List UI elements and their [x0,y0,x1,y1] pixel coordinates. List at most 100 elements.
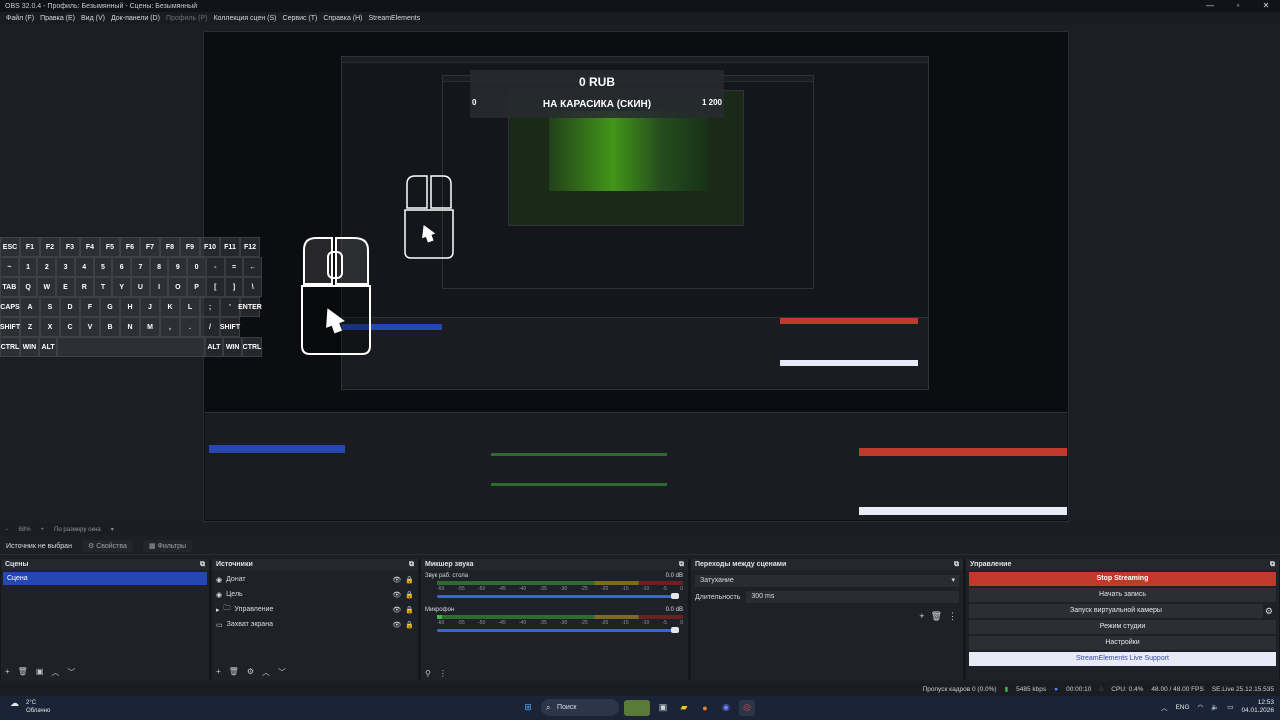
menu-edit[interactable]: Правка (E) [37,15,78,22]
menu-scene-collection[interactable]: Коллекция сцен (S) [210,15,279,22]
stop-streaming-button[interactable]: Stop Streaming [969,572,1276,586]
source-row[interactable]: ◉ Цель 👁 🔒 [212,587,418,602]
menu-file[interactable]: Файл (F) [3,15,37,22]
remove-scene-icon[interactable]: 🗑 [18,667,28,678]
inner-meter-1 [491,453,667,456]
zoom-level[interactable]: 68% [19,527,31,533]
menu-profile[interactable]: Профиль (P) [163,15,211,22]
preview-area[interactable]: 0 RUB НА КАРАСИКА (СКИН) 0 1 200 ESC F1 F2… [0,25,1280,522]
lock-icon[interactable]: 🔒 [405,621,414,629]
remove-transition-icon[interactable]: 🗑 [931,611,942,622]
firefox-icon[interactable]: ● [697,700,713,716]
studio-mode-button[interactable]: Режим студии [969,620,1276,634]
zoom-mode[interactable]: По размеру окна [54,527,101,533]
gear-icon[interactable]: ⚙ [1265,606,1273,617]
weather-widget[interactable]: ☁ 2°C Облачно [10,699,50,715]
filters-button[interactable]: ▦ Фильтры [142,540,193,552]
task-view-icon[interactable]: ▣ [655,700,671,716]
eye-icon[interactable]: 👁 [392,606,401,614]
menu-view[interactable]: Вид (V) [78,15,108,22]
obs-icon[interactable]: ◎ [739,699,755,716]
keyboard-key: I [149,277,169,297]
dock-menu-icon[interactable]: ⧉ [409,559,414,570]
wifi-icon[interactable]: ◠ [1198,703,1204,711]
scene-item[interactable]: Сцена [3,572,207,585]
volume-slider[interactable] [437,593,679,599]
more-icon[interactable]: ⋮ [948,611,957,622]
zoom-plus-icon[interactable]: + [41,527,45,533]
scale-tick: -10 [642,620,650,626]
keyboard-key: CTRL [241,337,262,357]
link-icon[interactable]: ⚲ [425,669,431,678]
keyboard-key: T [93,277,113,297]
properties-button[interactable]: ⚙ Свойства [81,540,133,552]
move-up-icon[interactable]: ︿ [51,667,59,678]
battery-icon[interactable]: ▭ [1227,703,1233,711]
close-icon[interactable]: ✕ [1252,0,1280,12]
eye-icon[interactable]: 👁 [392,591,401,599]
widgets-icon[interactable] [624,699,650,716]
language-indicator[interactable]: ENG [1175,704,1189,711]
volume-icon[interactable]: 🔈 [1211,703,1219,711]
keyboard-key: 3 [56,257,75,277]
more-icon[interactable]: ⋮ [439,669,447,678]
add-scene-icon[interactable]: + [5,667,10,678]
move-down-icon[interactable]: ﹀ [278,667,286,678]
source-row[interactable]: ◉ Донат 👁 🔒 [212,572,418,587]
scale-tick: -40 [519,586,527,592]
add-transition-icon[interactable]: + [919,611,924,622]
scale-tick: -20 [601,620,609,626]
volume-slider[interactable] [437,627,679,633]
menu-streamelements[interactable]: StreamElements [366,15,424,22]
scale-tick: -40 [519,620,527,626]
scene-filters-icon[interactable]: ▣ [36,667,44,678]
lock-icon[interactable]: 🔒 [405,591,414,599]
minimize-icon[interactable]: — [1196,0,1224,12]
dock-menu-icon[interactable]: ⧉ [200,559,205,570]
dock-menu-icon[interactable]: ⧉ [679,559,684,570]
live-support-button[interactable]: StreamElements Live Support [969,652,1276,666]
menu-help[interactable]: Справка (H) [320,15,365,22]
dock-menu-icon[interactable]: ⧉ [954,559,959,570]
browser-source-icon: ◉ [216,576,223,584]
dock-menu-icon[interactable]: ⧉ [1270,559,1275,570]
eye-icon[interactable]: 👁 [392,621,401,629]
start-recording-button[interactable]: Начать запись [969,588,1276,602]
zoom-minus-icon[interactable]: − [5,527,9,533]
keyboard-key: F10 [200,237,220,257]
duration-input[interactable]: 300 ms [746,591,959,603]
lock-icon[interactable]: 🔒 [405,576,414,584]
transition-select[interactable]: Затухание ▾ [695,575,959,587]
scale-tick: -10 [642,586,650,592]
move-down-icon[interactable]: ﹀ [67,667,75,678]
move-up-icon[interactable]: ︿ [262,667,270,678]
expand-arrow-icon[interactable]: ▸ [216,606,220,614]
scale-tick: -15 [621,586,629,592]
chevron-down-icon[interactable]: ▾ [111,526,114,533]
maximize-icon[interactable]: ▫ [1224,0,1252,12]
clock[interactable]: 12:53 04.01.2026 [1241,699,1274,715]
source-settings-icon[interactable]: ⚙ [247,667,254,678]
settings-button[interactable]: Настройки [969,636,1276,650]
windows-start-icon[interactable]: ⊞ [520,700,536,716]
menu-docks[interactable]: Док-панели (D) [108,15,163,22]
eye-icon[interactable]: 👁 [392,576,401,584]
add-source-icon[interactable]: + [216,667,221,678]
lock-icon[interactable]: 🔒 [405,606,414,614]
nested-docks [342,317,928,387]
menu-tools[interactable]: Сервис (T) [280,15,321,22]
source-row[interactable]: ▭ Захват экрана 👁 🔒 [212,617,418,632]
virtual-camera-button[interactable]: Запуск виртуальной камеры [969,604,1263,618]
remove-source-icon[interactable]: 🗑 [229,667,239,678]
scale-tick: -15 [621,620,629,626]
source-row[interactable]: ▸ 🗀 Управление 👁 🔒 [212,602,418,617]
keyboard-key: , [160,317,180,337]
keyboard-key: 2 [37,257,57,277]
taskbar-search[interactable]: ⌕ Поиск [541,699,619,716]
bitrate: 5485 kbps [1016,685,1047,693]
file-explorer-icon[interactable]: ▰ [676,700,692,716]
discord-icon[interactable]: ◉ [718,700,734,716]
keyboard-key: J [140,297,160,317]
chevron-up-icon[interactable]: ︿ [1161,702,1168,712]
keyboard-key: F2 [40,237,60,257]
